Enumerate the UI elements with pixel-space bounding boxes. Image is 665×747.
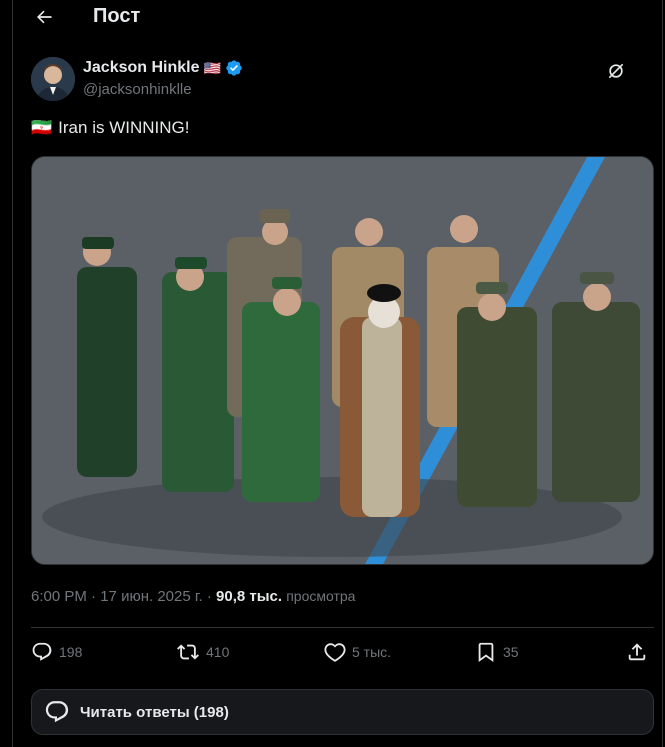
tweet-text: 🇮🇷 Iran is WINNING! — [31, 118, 189, 138]
header: Пост — [13, 0, 662, 34]
verified-badge-icon — [226, 60, 242, 76]
repost-icon — [177, 644, 199, 660]
photo-image — [32, 157, 653, 564]
tweet-time[interactable]: 6:00 PM — [31, 588, 87, 605]
avatar[interactable] — [31, 57, 75, 101]
bookmark-icon — [478, 642, 494, 663]
back-button[interactable] — [31, 4, 57, 30]
repost-button[interactable]: 410 — [176, 641, 229, 663]
action-bar: 198 410 5 тыс. 35 — [31, 630, 654, 678]
author-name-row[interactable]: Jackson Hinkle 🇺🇸 — [83, 59, 243, 77]
share-button[interactable] — [626, 641, 648, 663]
author-handle[interactable]: @jacksonhinklle — [83, 81, 192, 98]
arrow-left-icon — [37, 10, 52, 24]
reply-icon — [32, 642, 52, 661]
reply-button[interactable]: 198 — [31, 641, 82, 663]
bookmark-count: 35 — [503, 644, 519, 660]
tweet-photo[interactable] — [31, 156, 654, 565]
share-icon — [628, 643, 646, 661]
iran-flag: 🇮🇷 — [31, 118, 53, 137]
grok-button[interactable] — [605, 60, 627, 82]
read-replies-button[interactable]: Читать ответы (198) — [31, 689, 654, 735]
views-label: просмотра — [286, 588, 356, 604]
speech-bubble-icon — [45, 701, 69, 723]
tweet-body: Iran is WINNING! — [58, 118, 190, 137]
bookmark-button[interactable]: 35 — [475, 641, 519, 663]
reply-count: 198 — [59, 644, 83, 660]
heart-icon — [324, 643, 346, 662]
divider — [31, 627, 654, 628]
us-flag: 🇺🇸 — [203, 59, 221, 76]
author-name[interactable]: Jackson Hinkle — [83, 59, 200, 77]
page-title: Пост — [93, 5, 141, 27]
like-count: 5 тыс. — [352, 644, 392, 660]
read-replies-label: Читать ответы (198) — [80, 703, 229, 721]
views-count: 90,8 тыс. — [216, 588, 283, 605]
avatar-icon — [31, 57, 75, 101]
repost-count: 410 — [206, 644, 230, 660]
tweet-meta: 6:00 PM · 17 июн. 2025 г. · 90,8 тыс. пр… — [31, 588, 356, 605]
tweet-date[interactable]: 17 июн. 2025 г. — [100, 588, 202, 605]
grok-icon — [608, 63, 624, 79]
tweet-column: Пост Jackson Hinkle 🇺🇸 @jacksonhinklle 🇮… — [12, 0, 663, 747]
like-button[interactable]: 5 тыс. — [324, 641, 391, 663]
